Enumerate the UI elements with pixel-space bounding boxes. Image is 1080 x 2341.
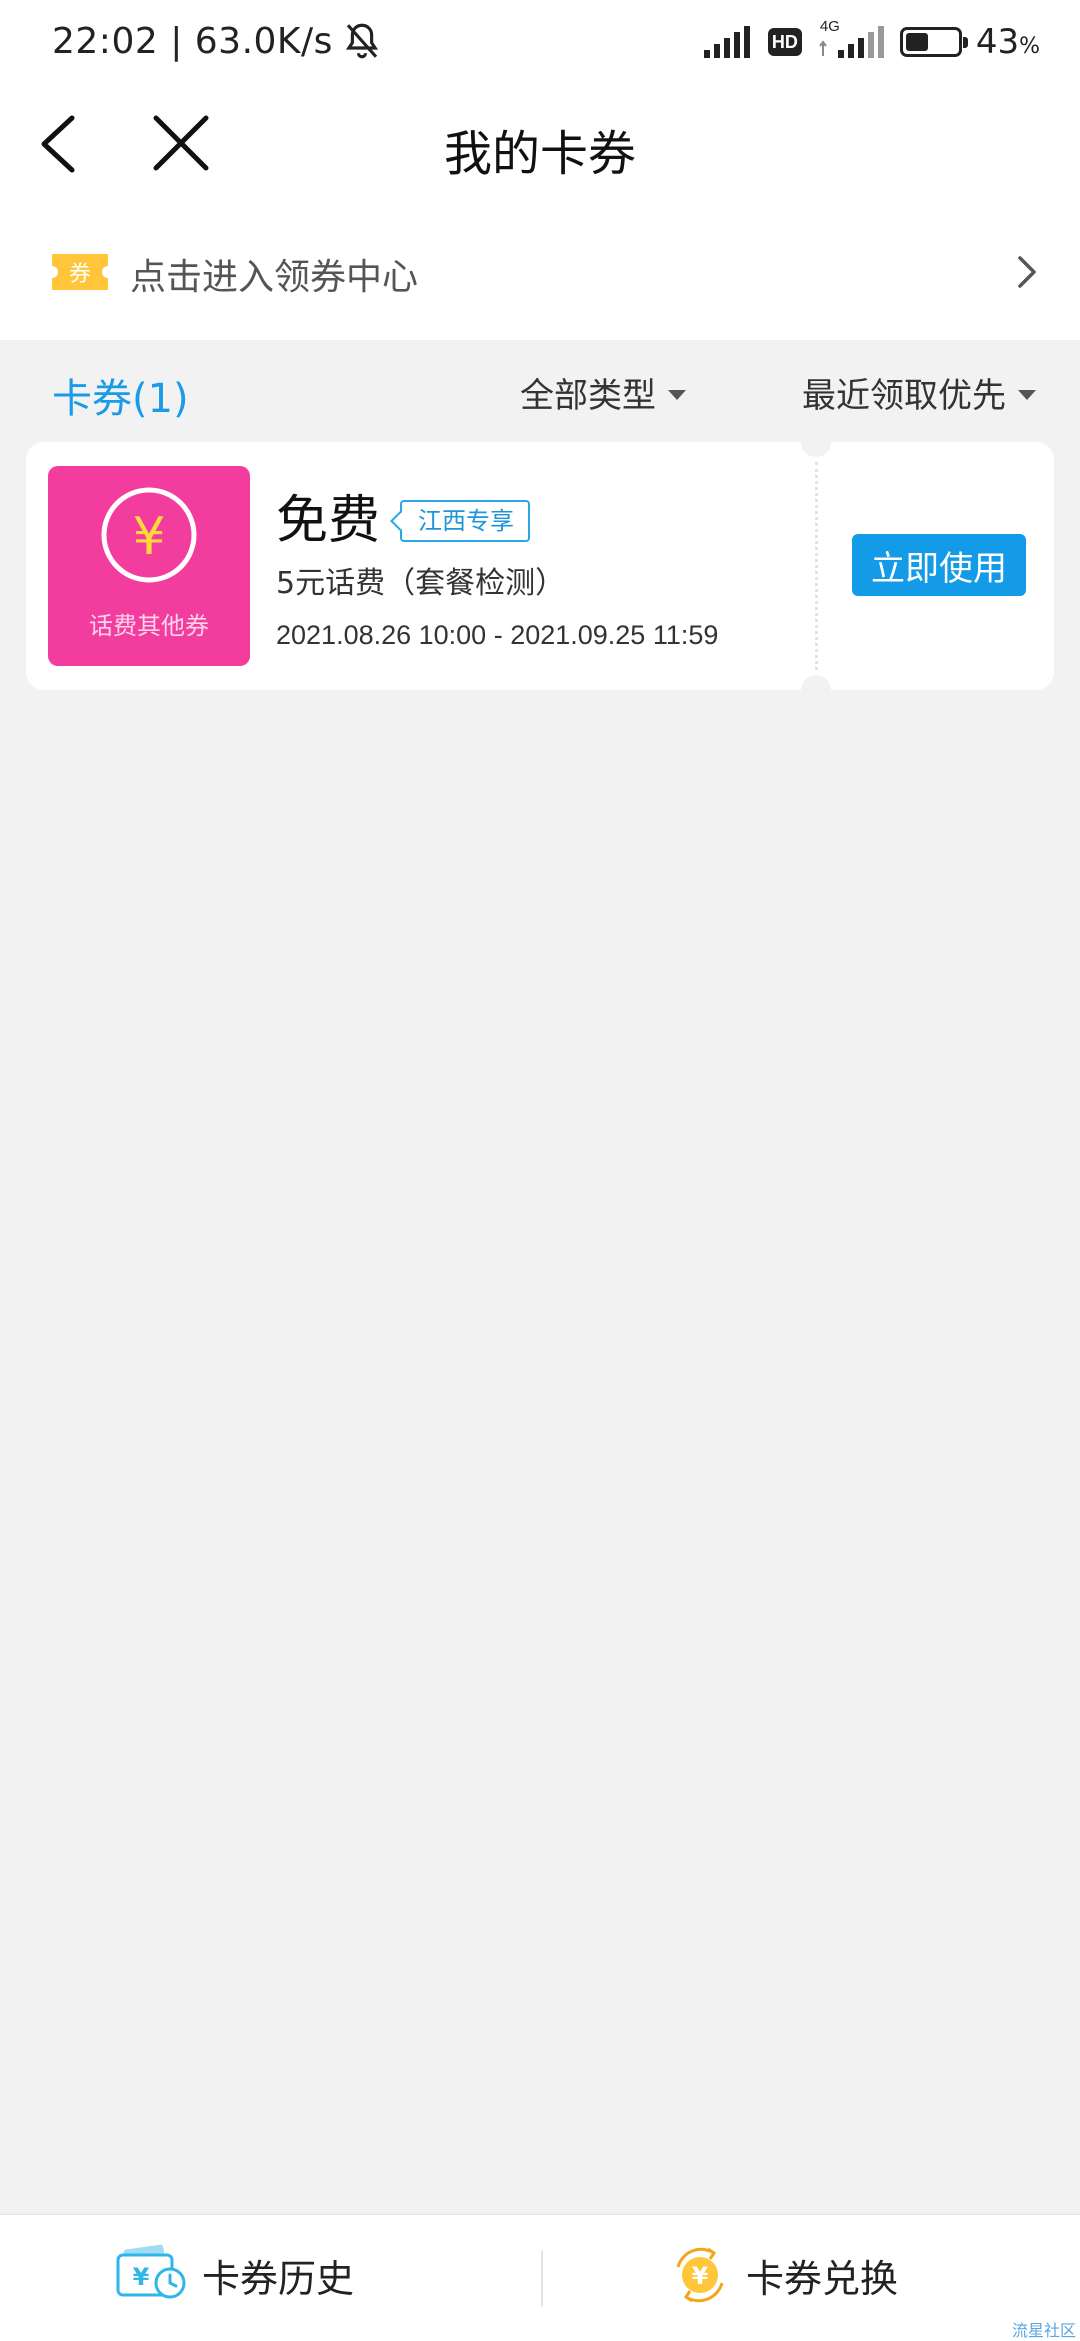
ticket-notch — [801, 675, 831, 705]
type-filter-dropdown[interactable]: 全部类型 — [520, 368, 686, 417]
caret-down-icon — [668, 389, 686, 400]
status-right: HD 4G 43% — [702, 18, 1040, 62]
use-now-button[interactable]: 立即使用 — [852, 534, 1026, 596]
ticket-icon-text: 券 — [69, 262, 91, 287]
coupon-history-button[interactable]: ¥ 卡券历史 — [114, 2243, 354, 2307]
svg-text:¥: ¥ — [133, 2263, 150, 2291]
coupon-card[interactable]: ¥ 话费其他券 免费 江西专享 5元话费（套餐检测） 2021.08.26 10… — [26, 427, 1054, 705]
svg-text:¥: ¥ — [692, 2262, 709, 2290]
sort-label: 最近领取优先 — [802, 376, 1006, 416]
bottom-bar: ¥ 卡券历史 ¥ 卡券兑换 流星社区 — [0, 2214, 1080, 2341]
coupon-center-label: 点击进入领券中心 — [130, 257, 419, 298]
network-4g-icon: 4G — [816, 18, 886, 62]
region-tag: 江西专享 — [400, 500, 530, 542]
sort-dropdown[interactable]: 最近领取优先 — [802, 368, 1036, 417]
yen-exchange-icon: ¥ — [676, 2247, 724, 2303]
time-net-speed: 22:02 | 63.0K/s — [52, 20, 333, 62]
signal-icon — [703, 26, 750, 58]
caret-down-icon — [1018, 389, 1036, 400]
ticket-notch — [801, 427, 831, 457]
filter-bar: 卡券(1) 全部类型 最近领取优先 — [0, 340, 1080, 440]
divider — [541, 2251, 543, 2307]
battery-percent: 43% — [975, 22, 1040, 62]
coupon-type-label: 话费其他券 — [89, 612, 209, 640]
perforation-line — [815, 462, 818, 670]
coupon-validity: 2021.08.26 10:00 - 2021.09.25 11:59 — [276, 620, 719, 650]
coupon-history-label: 卡券历史 — [202, 2256, 355, 2301]
watermark: 流星社区 — [1011, 2321, 1076, 2340]
coupon-count-tab[interactable]: 卡券(1) — [52, 366, 189, 424]
coupon-center-entry[interactable]: 券 点击进入领券中心 — [0, 200, 1080, 340]
status-left: 22:02 | 63.0K/s — [52, 20, 383, 62]
nav-bar: 我的卡券 — [0, 90, 1080, 200]
status-bar: 22:02 | 63.0K/s HD 4G 43% — [0, 0, 1080, 90]
hd-badge: HD — [767, 28, 802, 56]
coupon-description: 5元话费（套餐检测） — [276, 566, 566, 601]
battery-icon — [899, 27, 968, 57]
type-filter-label: 全部类型 — [520, 376, 656, 416]
yen-symbol: ¥ — [132, 507, 165, 567]
coupon-type-badge: ¥ 话费其他券 — [48, 466, 250, 666]
yen-coin-icon: ¥ — [101, 487, 197, 583]
coupon-exchange-label: 卡券兑换 — [746, 2256, 899, 2301]
ticket-icon: 券 — [52, 254, 108, 290]
page-title: 我的卡券 — [443, 126, 636, 182]
wallet-clock-icon: ¥ — [116, 2244, 186, 2299]
bell-muted-icon — [345, 23, 378, 59]
battery-fill — [905, 33, 928, 51]
coupon-exchange-button[interactable]: ¥ 卡券兑换 — [668, 2243, 898, 2307]
chevron-right-icon — [1018, 256, 1036, 288]
coupon-title: 免费 — [276, 491, 381, 551]
